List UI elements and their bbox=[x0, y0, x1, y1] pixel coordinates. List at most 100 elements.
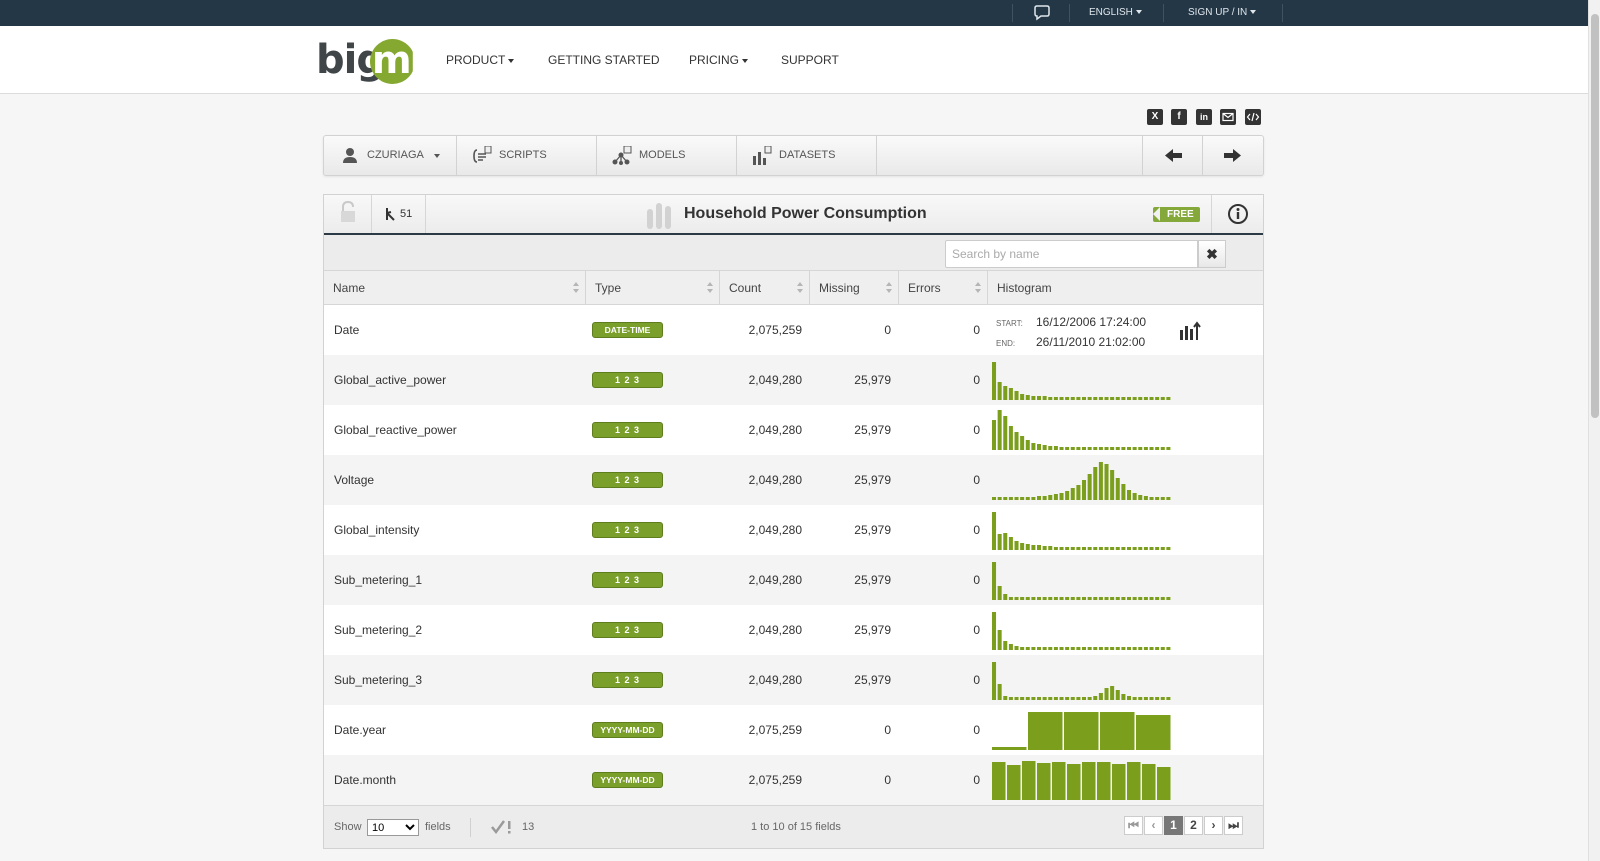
field-name[interactable]: Sub_metering_1 bbox=[334, 555, 584, 605]
field-name[interactable]: Sub_metering_3 bbox=[334, 655, 584, 705]
user-dropdown[interactable]: CZURIAGA bbox=[324, 136, 457, 175]
language-label: ENGLISH bbox=[1089, 7, 1133, 18]
column-count[interactable]: Count bbox=[720, 271, 810, 305]
field-histogram[interactable] bbox=[992, 610, 1172, 650]
field-histogram[interactable] bbox=[992, 560, 1172, 600]
field-type-badge: 1 2 3 bbox=[592, 372, 663, 388]
field-histogram[interactable] bbox=[992, 460, 1172, 500]
field-name[interactable]: Date.month bbox=[334, 755, 584, 805]
field-name[interactable]: Global_intensity bbox=[334, 505, 584, 555]
search-input[interactable] bbox=[945, 240, 1198, 268]
field-histogram[interactable] bbox=[992, 410, 1172, 450]
histogram-toggle-icon[interactable] bbox=[1179, 320, 1201, 340]
nav-pricing[interactable]: PRICING bbox=[689, 26, 749, 94]
table-row[interactable]: Sub_metering_3 1 2 3 2,049,280 25,979 0 bbox=[324, 655, 1263, 705]
column-count-label: Count bbox=[729, 281, 762, 295]
field-missing: 25,979 bbox=[854, 573, 891, 587]
nav-product[interactable]: PRODUCT bbox=[446, 26, 515, 94]
histogram-bar bbox=[1008, 388, 1013, 400]
histogram-bar bbox=[997, 534, 1002, 550]
previous-page-button[interactable]: ‹ bbox=[1144, 816, 1163, 835]
histogram-bar bbox=[992, 662, 997, 700]
check-warning-icon[interactable] bbox=[491, 819, 515, 835]
page-size-select[interactable]: 10 bbox=[367, 819, 419, 836]
field-name[interactable]: Global_reactive_power bbox=[334, 405, 584, 455]
caret-down-icon bbox=[742, 58, 749, 63]
column-errors-label: Errors bbox=[908, 281, 941, 295]
histogram-bar bbox=[1112, 764, 1126, 800]
field-histogram[interactable] bbox=[992, 360, 1172, 400]
table-row[interactable]: Date DATE-TIME 2,075,259 0 0 START: 16/12/2006… bbox=[324, 305, 1263, 355]
field-name[interactable]: Sub_metering_2 bbox=[334, 605, 584, 655]
histogram-bar bbox=[1037, 697, 1042, 700]
field-name[interactable]: Voltage bbox=[334, 455, 584, 505]
field-name[interactable]: Global_active_power bbox=[334, 355, 584, 405]
scrollbar-thumb[interactable] bbox=[1591, 14, 1599, 418]
table-row[interactable]: Date.year YYYY-MM-DD 2,075,259 0 0 bbox=[324, 705, 1263, 755]
models-button[interactable]: MODELS bbox=[597, 136, 737, 175]
histogram-bar bbox=[1155, 597, 1160, 600]
table-row[interactable]: Sub_metering_1 1 2 3 2,049,280 25,979 0 bbox=[324, 555, 1263, 605]
info-button[interactable] bbox=[1211, 195, 1263, 233]
histogram-bar bbox=[1003, 641, 1008, 650]
table-row[interactable]: Global_intensity 1 2 3 2,049,280 25,979 0 bbox=[324, 505, 1263, 555]
sign-up-in-dropdown[interactable]: SIGN UP / IN bbox=[1188, 0, 1257, 26]
email-icon[interactable] bbox=[1220, 109, 1236, 125]
column-name[interactable]: Name bbox=[324, 271, 586, 305]
field-histogram[interactable] bbox=[992, 760, 1172, 800]
next-button[interactable] bbox=[1202, 136, 1262, 175]
column-missing[interactable]: Missing bbox=[810, 271, 899, 305]
field-histogram[interactable] bbox=[992, 660, 1172, 700]
first-page-button[interactable]: ⏮ bbox=[1124, 816, 1143, 835]
clear-search-button[interactable]: ✖ bbox=[1198, 240, 1226, 268]
histogram-bar bbox=[1059, 697, 1064, 700]
page-scrollbar[interactable] bbox=[1588, 0, 1600, 861]
histogram-bar bbox=[1070, 647, 1075, 650]
linkedin-icon[interactable]: in bbox=[1196, 109, 1212, 125]
last-page-button[interactable]: ⏭ bbox=[1224, 816, 1243, 835]
histogram-bar bbox=[1149, 697, 1154, 700]
scripts-button[interactable]: SCRIPTS bbox=[457, 136, 597, 175]
table-row[interactable]: Sub_metering_2 1 2 3 2,049,280 25,979 0 bbox=[324, 605, 1263, 655]
language-dropdown[interactable]: ENGLISH bbox=[1089, 0, 1142, 26]
table-row[interactable]: Global_reactive_power 1 2 3 2,049,280 25,97… bbox=[324, 405, 1263, 455]
sort-icon bbox=[573, 282, 579, 294]
column-type[interactable]: Type bbox=[586, 271, 720, 305]
field-histogram[interactable] bbox=[992, 710, 1172, 750]
page-2-button[interactable]: 2 bbox=[1184, 816, 1203, 835]
table-row[interactable]: Voltage 1 2 3 2,049,280 25,979 0 bbox=[324, 455, 1263, 505]
page-1-button[interactable]: 1 bbox=[1164, 816, 1183, 835]
next-page-button[interactable]: › bbox=[1204, 816, 1223, 835]
table-row[interactable]: Date.month YYYY-MM-DD 2,075,259 0 0 bbox=[324, 755, 1263, 805]
field-missing: 25,979 bbox=[854, 373, 891, 387]
histogram-bar bbox=[1132, 397, 1137, 400]
histogram-bar bbox=[1076, 697, 1081, 700]
previous-button[interactable] bbox=[1142, 136, 1202, 175]
chat-icon[interactable] bbox=[1033, 5, 1051, 21]
fields-label: fields bbox=[425, 821, 451, 833]
histogram-bar bbox=[1065, 697, 1070, 700]
nav-support[interactable]: SUPPORT bbox=[781, 26, 839, 94]
histogram-bar bbox=[1042, 445, 1047, 450]
datasets-button[interactable]: DATASETS bbox=[737, 136, 877, 175]
facebook-icon[interactable]: f bbox=[1171, 109, 1187, 125]
column-errors[interactable]: Errors bbox=[899, 271, 988, 305]
field-histogram[interactable] bbox=[992, 510, 1172, 550]
x-icon[interactable]: X bbox=[1147, 109, 1163, 125]
histogram-bar bbox=[1155, 547, 1160, 550]
histogram-bar bbox=[1037, 647, 1042, 650]
histogram-bar bbox=[1149, 547, 1154, 550]
table-row[interactable]: Global_active_power 1 2 3 2,049,280 25,979 0 bbox=[324, 355, 1263, 405]
embed-icon[interactable] bbox=[1245, 109, 1261, 125]
field-name[interactable]: Date.year bbox=[334, 705, 584, 755]
histogram-bar bbox=[1076, 447, 1081, 450]
nav-pricing-label: PRICING bbox=[689, 53, 740, 67]
lock-button[interactable] bbox=[324, 195, 372, 233]
histogram-bar bbox=[1008, 597, 1013, 600]
nav-getting-started[interactable]: GETTING STARTED bbox=[548, 26, 660, 94]
field-name[interactable]: Date bbox=[334, 305, 584, 355]
field-count: 2,049,280 bbox=[748, 373, 802, 387]
histogram-bar bbox=[1037, 496, 1042, 500]
caret-down-icon bbox=[508, 58, 515, 63]
histogram-bar bbox=[1020, 436, 1025, 450]
